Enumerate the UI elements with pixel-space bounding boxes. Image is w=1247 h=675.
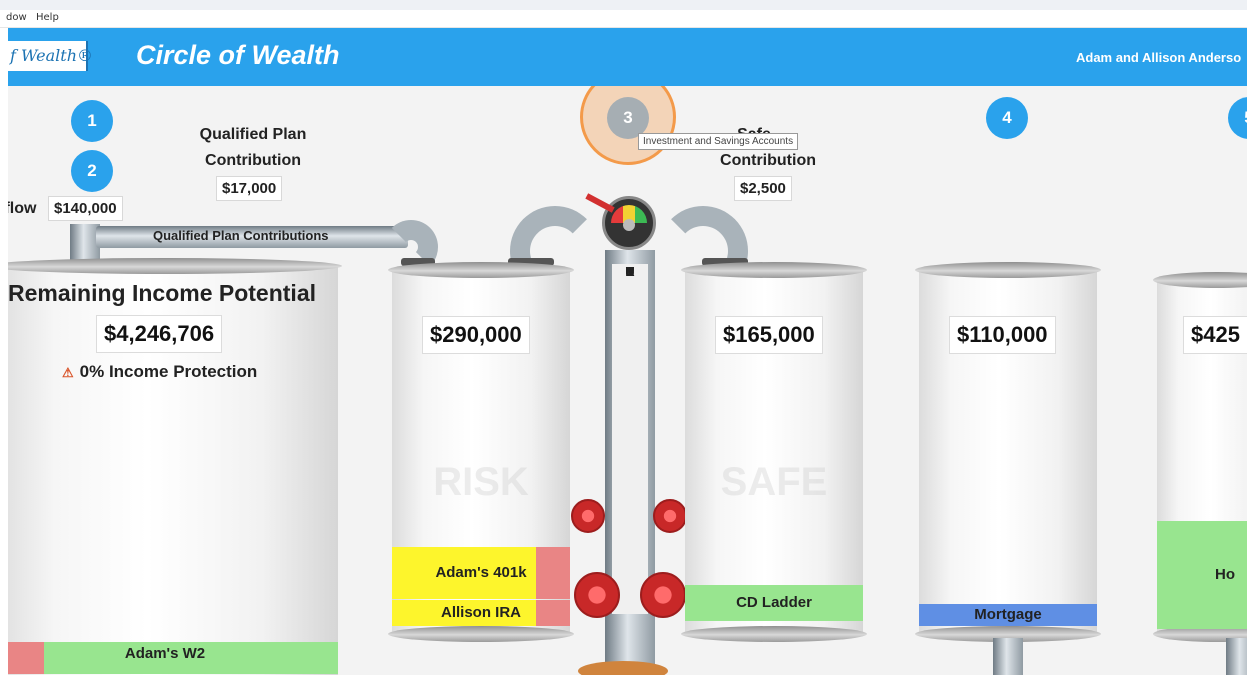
income-band[interactable]: Adam's W2 bbox=[8, 642, 338, 674]
risk-tank-cap-top bbox=[388, 262, 574, 278]
step-5-button[interactable]: 5 bbox=[1228, 97, 1247, 139]
income-warning: ⚠ 0% Income Protection bbox=[62, 362, 257, 382]
future-lifestyle-label-bg bbox=[612, 264, 648, 614]
income-title: Remaining Income Potential bbox=[8, 280, 316, 306]
risk-tank[interactable]: $290,000 RISK Adam's 401k Allison IRA bbox=[388, 262, 574, 642]
safe-tank-value[interactable]: $165,000 bbox=[715, 316, 823, 354]
valve-lower-left[interactable] bbox=[574, 572, 620, 618]
menu-bar: dow Help bbox=[0, 10, 1247, 28]
income-warning-text: 0% Income Protection bbox=[79, 362, 258, 381]
safe-contribution-label-2: Contribution bbox=[720, 152, 816, 169]
step-4-button[interactable]: 4 bbox=[986, 97, 1028, 139]
valve-lower-right[interactable] bbox=[640, 572, 686, 618]
mortgage-tank-value[interactable]: $110,000 bbox=[949, 316, 1056, 354]
mortgage-band-label: Mortgage bbox=[974, 606, 1042, 623]
valve-upper-left[interactable] bbox=[571, 499, 605, 533]
qualified-plan-value[interactable]: $17,000 bbox=[216, 176, 283, 201]
app-title: Circle of Wealth bbox=[136, 40, 340, 70]
title-strip bbox=[0, 0, 1247, 10]
risk-band-ira-red bbox=[536, 600, 570, 626]
income-band-red bbox=[8, 642, 44, 674]
risk-band-401k-red bbox=[536, 547, 570, 599]
tank-5-band[interactable]: Ho bbox=[1157, 521, 1247, 629]
tank-5[interactable]: $425 Ho bbox=[1153, 272, 1247, 642]
risk-band-401k-label: Adam's 401k bbox=[435, 564, 527, 581]
qualified-plan-label-2: Contribution bbox=[205, 152, 301, 169]
income-value[interactable]: $4,246,706 bbox=[96, 315, 223, 353]
safe-contribution-value[interactable]: $2,500 bbox=[734, 176, 792, 201]
circle-of-wealth-canvas: 1 2 3 4 5 Qualified Plan Contribution $1… bbox=[8, 86, 1247, 675]
logo-text: f Wealth® bbox=[10, 46, 94, 65]
risk-tank-cap-bottom bbox=[388, 626, 574, 642]
risk-band-401k[interactable]: Adam's 401k bbox=[392, 547, 570, 599]
inflow-label: ıflow bbox=[8, 200, 37, 217]
gauge-hub bbox=[623, 219, 635, 231]
risk-band-ira-label: Allison IRA bbox=[440, 604, 521, 621]
risk-watermark: RISK bbox=[433, 460, 529, 504]
safe-tank-cap-top bbox=[681, 262, 867, 278]
income-band-label: Adam's W2 bbox=[124, 645, 206, 662]
safe-band[interactable]: CD Ladder bbox=[685, 585, 863, 621]
menu-window[interactable]: dow bbox=[6, 12, 27, 23]
copper-pipe bbox=[578, 661, 668, 675]
future-lifestyle-letter: E bbox=[625, 264, 635, 279]
step-3-tooltip: Investment and Savings Accounts bbox=[638, 133, 799, 150]
client-name: Adam and Allison Anderso bbox=[1076, 50, 1242, 65]
safe-band-label: CD Ladder bbox=[736, 594, 812, 611]
qualified-plan-label-1: Qualified Plan bbox=[199, 126, 307, 143]
step-2-button[interactable]: 2 bbox=[71, 150, 113, 192]
app-header: f Wealth® Circle of Wealth Adam and Alli… bbox=[8, 28, 1247, 86]
mortgage-tank-cap-top bbox=[915, 262, 1101, 278]
risk-band-ira[interactable]: Allison IRA bbox=[392, 600, 570, 626]
inflow-value[interactable]: $140,000 bbox=[48, 196, 123, 221]
menu-help[interactable]: Help bbox=[36, 12, 59, 23]
logo[interactable]: f Wealth® bbox=[8, 41, 93, 71]
safe-tank-cap-bottom bbox=[681, 626, 867, 642]
valve-upper-right[interactable] bbox=[653, 499, 687, 533]
income-tank-cap bbox=[8, 258, 342, 274]
tank-5-value[interactable]: $425 bbox=[1183, 316, 1247, 354]
mortgage-band[interactable]: Mortgage bbox=[919, 604, 1097, 626]
safe-tank[interactable]: $165,000 SAFE CD Ladder bbox=[681, 262, 867, 642]
mortgage-tank[interactable]: $110,000 Mortgage bbox=[915, 262, 1101, 642]
qualified-plan-pipe-label: Qualified Plan Contributions bbox=[153, 228, 329, 243]
risk-tank-value[interactable]: $290,000 bbox=[422, 316, 530, 354]
warning-icon: ⚠ bbox=[62, 365, 74, 380]
step-1-button[interactable]: 1 bbox=[71, 100, 113, 142]
tank-5-outlet-pipe bbox=[1226, 638, 1247, 675]
tank-5-cap-top bbox=[1153, 272, 1247, 288]
safe-watermark: SAFE bbox=[720, 460, 828, 504]
app-window: dow Help f Wealth® Circle of Wealth Adam… bbox=[0, 0, 1247, 675]
mortgage-outlet-pipe bbox=[993, 638, 1023, 675]
tank-5-band-label: Ho bbox=[1215, 566, 1235, 583]
